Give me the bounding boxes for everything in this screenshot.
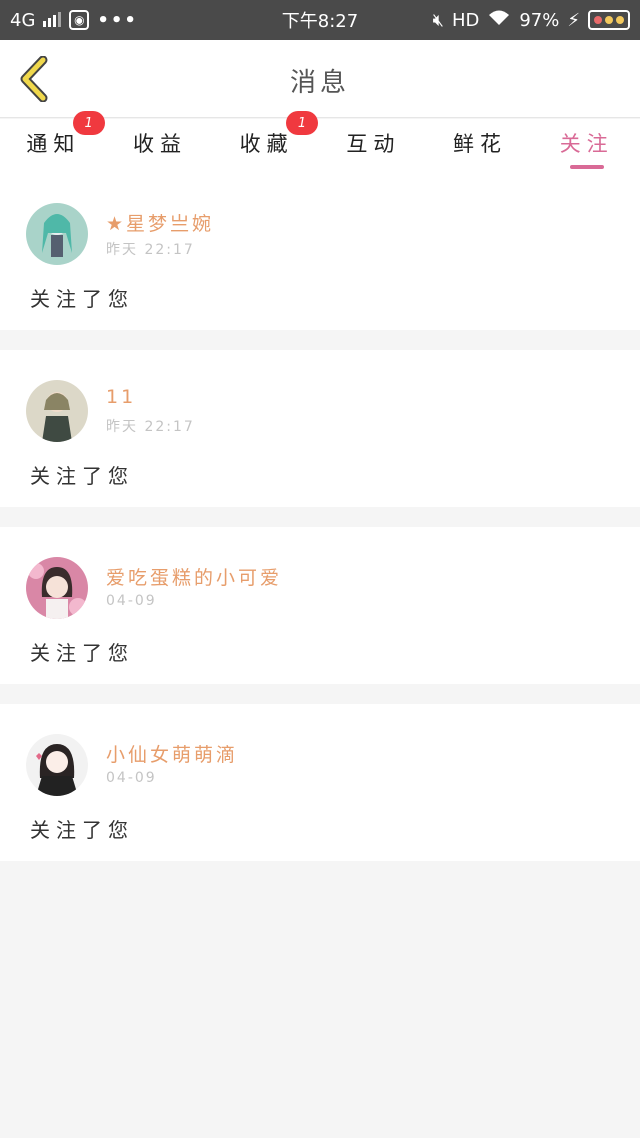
- username[interactable]: 小仙女萌萌滴: [106, 740, 238, 767]
- list-item[interactable]: 爱吃蛋糕的小可爱 04-09 关注了您: [0, 527, 640, 684]
- more-notifications-icon: •••: [97, 9, 138, 31]
- tab-favorites[interactable]: 收藏 1: [213, 111, 320, 173]
- tab-bar: 通知 1 收益 收藏 1 互动 鲜花 关注: [0, 111, 640, 173]
- tab-flowers[interactable]: 鲜花: [427, 119, 534, 173]
- tab-label: 收藏: [239, 132, 294, 156]
- browser-icon: ◉: [69, 10, 90, 30]
- tab-follows[interactable]: 关注: [533, 119, 640, 173]
- tab-label: 关注: [559, 132, 614, 156]
- avatar[interactable]: [26, 557, 88, 619]
- tab-label: 收益: [133, 132, 187, 156]
- username[interactable]: 爱吃蛋糕的小可爱: [106, 563, 282, 590]
- charging-icon: ⚡: [567, 9, 580, 31]
- tab-label: 互动: [346, 132, 401, 156]
- page-title: 消息: [289, 68, 350, 98]
- avatar[interactable]: [26, 734, 88, 796]
- message-text: 关注了您: [30, 818, 134, 842]
- wifi-icon: [487, 9, 511, 32]
- tab-label: 鲜花: [453, 132, 508, 156]
- message-list: ★星梦亗婉 昨天 22:17 关注了您 11 昨天 22:17 关注了您 爱吃蛋…: [0, 173, 640, 881]
- avatar[interactable]: [26, 203, 88, 265]
- avatar[interactable]: [26, 380, 88, 442]
- status-bar: 4G ◉ ••• 下午8:27 🔇︎ HD 97% ⚡: [0, 0, 640, 40]
- list-item[interactable]: 11 昨天 22:17 关注了您: [0, 350, 640, 507]
- header: 消息: [0, 40, 640, 118]
- unread-badge: 1: [286, 111, 319, 135]
- tab-label: 通知: [26, 132, 81, 156]
- battery-percent: 97%: [519, 9, 560, 31]
- list-item[interactable]: ★星梦亗婉 昨天 22:17 关注了您: [0, 173, 640, 330]
- list-item[interactable]: 小仙女萌萌滴 04-09 关注了您: [0, 704, 640, 861]
- hd-indicator: HD: [451, 9, 480, 31]
- tab-interactions[interactable]: 互动: [320, 119, 427, 173]
- network-type: 4G: [10, 9, 36, 31]
- message-text: 关注了您: [30, 287, 134, 311]
- mute-icon: 🔇︎: [432, 9, 444, 31]
- unread-badge: 1: [72, 111, 105, 135]
- signal-icon: [43, 12, 62, 27]
- tab-notifications[interactable]: 通知 1: [0, 111, 107, 173]
- timestamp: 昨天 22:17: [106, 242, 195, 258]
- tab-earnings[interactable]: 收益: [107, 119, 214, 173]
- timestamp: 昨天 22:17: [106, 419, 195, 435]
- message-text: 关注了您: [30, 641, 134, 665]
- username[interactable]: 11: [106, 386, 136, 408]
- message-text: 关注了您: [30, 464, 134, 488]
- battery-icon: [588, 10, 630, 30]
- timestamp: 04-09: [106, 593, 157, 609]
- username[interactable]: ★星梦亗婉: [106, 209, 214, 236]
- timestamp: 04-09: [106, 770, 157, 786]
